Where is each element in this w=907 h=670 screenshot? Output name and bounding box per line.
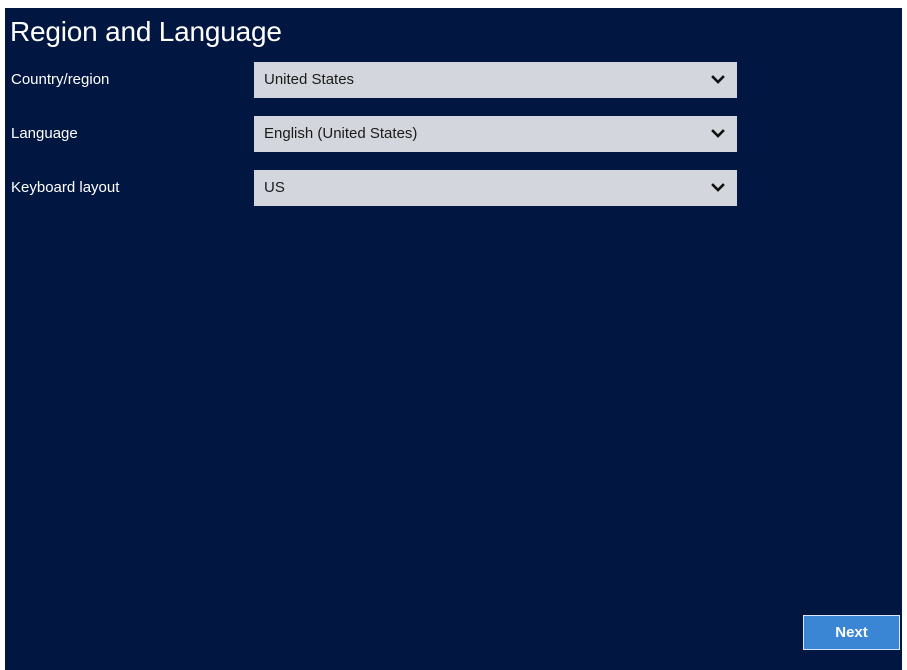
country-region-select[interactable]: United States bbox=[254, 62, 737, 98]
language-value: English (United States) bbox=[264, 125, 418, 142]
language-label: Language bbox=[11, 125, 78, 142]
keyboard-layout-label: Keyboard layout bbox=[11, 179, 120, 196]
next-button[interactable]: Next bbox=[803, 615, 900, 650]
page-title: Region and Language bbox=[10, 16, 282, 47]
chevron-down-icon bbox=[711, 75, 725, 84]
chevron-down-icon bbox=[711, 129, 725, 138]
country-region-value: United States bbox=[264, 71, 355, 88]
country-region-row: Country/region United States bbox=[5, 62, 902, 98]
setup-screen: Region and Language Country/region Unite… bbox=[5, 8, 902, 670]
language-row: Language English (United States) bbox=[5, 116, 902, 152]
language-select[interactable]: English (United States) bbox=[254, 116, 737, 152]
country-region-label: Country/region bbox=[11, 71, 110, 88]
keyboard-layout-value: US bbox=[264, 179, 285, 196]
keyboard-layout-select[interactable]: US bbox=[254, 170, 737, 206]
chevron-down-icon bbox=[711, 183, 725, 192]
keyboard-layout-row: Keyboard layout US bbox=[5, 170, 902, 206]
